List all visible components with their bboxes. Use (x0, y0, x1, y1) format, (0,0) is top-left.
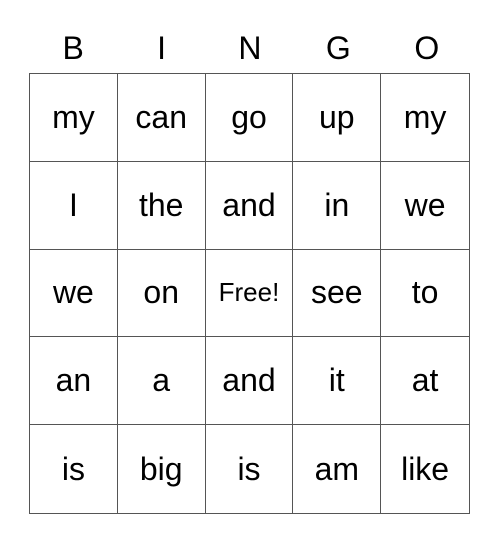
bingo-cell[interactable]: I (30, 161, 118, 250)
header-letter-g: G (325, 30, 351, 66)
bingo-cell[interactable]: in (293, 161, 382, 250)
bingo-cell[interactable]: is (30, 425, 118, 513)
bingo-cell[interactable]: like (381, 425, 469, 513)
bingo-cell[interactable]: to (381, 250, 469, 338)
bingo-cell[interactable]: my (30, 74, 118, 162)
bingo-cell[interactable]: the (117, 161, 206, 250)
bingo-cell[interactable]: up (293, 74, 382, 162)
bingo-cell[interactable]: can (117, 74, 206, 162)
bingo-cell[interactable]: we (30, 249, 118, 338)
bingo-cell[interactable]: go (205, 74, 294, 162)
bingo-cell[interactable]: my (381, 74, 469, 162)
bingo-grid: my can go up my I the and in we we on Fr… (29, 73, 470, 514)
bingo-cell[interactable]: is (206, 425, 294, 513)
header-letter-n: N (238, 30, 262, 66)
bingo-cell[interactable]: am (293, 425, 382, 513)
bingo-cell[interactable]: it (293, 337, 382, 426)
bingo-cell[interactable]: big (118, 425, 206, 513)
bingo-cell[interactable]: and (205, 161, 294, 250)
header-letter-b: B (62, 30, 84, 66)
bingo-cell[interactable]: see (293, 249, 382, 338)
header-letter-o: O (414, 30, 440, 66)
bingo-cell[interactable]: we (381, 162, 469, 250)
free-space-cell[interactable]: Free! (205, 249, 294, 338)
bingo-cell[interactable]: at (381, 337, 469, 426)
bingo-cell[interactable]: an (30, 337, 118, 426)
bingo-cell[interactable]: a (117, 337, 206, 426)
bingo-cell[interactable]: on (117, 249, 206, 338)
bingo-cell[interactable]: and (205, 337, 294, 426)
header-letter-i: I (157, 30, 167, 66)
bingo-header: B I N G O (29, 26, 471, 70)
